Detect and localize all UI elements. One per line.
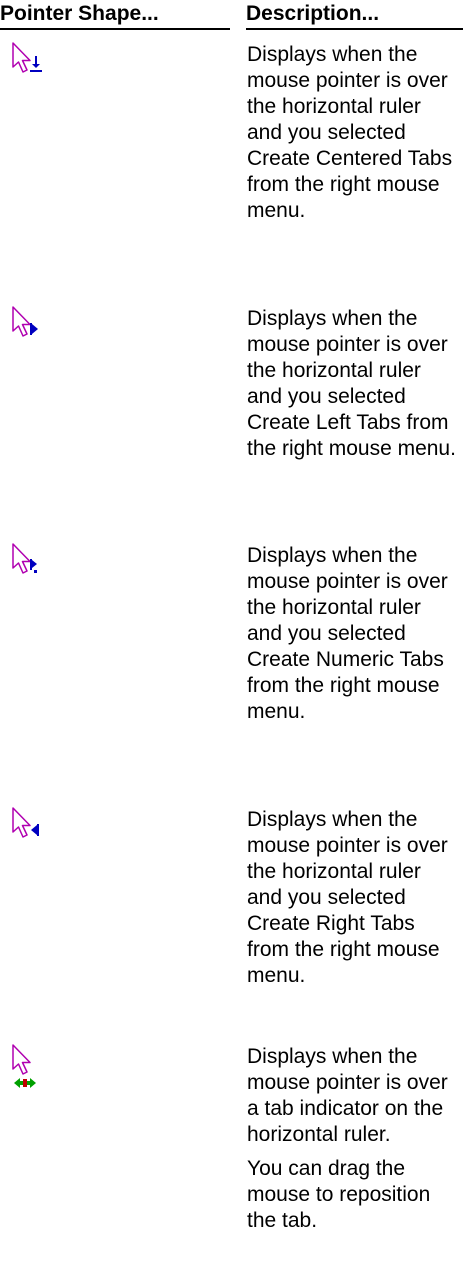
- row-description: Displays when the mouse pointer is over …: [247, 1045, 448, 1232]
- pointer-left-tab-icon: [12, 306, 38, 337]
- column-header-description: Description...: [246, 0, 463, 30]
- row-description: Displays when the mouse pointer is over …: [247, 307, 456, 460]
- pointer-right-tab-icon: [12, 807, 39, 838]
- row-description: Displays when the mouse pointer is over …: [247, 43, 453, 222]
- pointer-move-tab-icon: [12, 1044, 36, 1088]
- row-description: Displays when the mouse pointer is over …: [247, 808, 448, 987]
- pointer-center-tab-icon: [12, 42, 42, 73]
- row-description: Displays when the mouse pointer is over …: [247, 544, 448, 723]
- pointer-numeric-tab-icon: [12, 543, 37, 574]
- column-header-pointer-shape: Pointer Shape...: [0, 0, 230, 30]
